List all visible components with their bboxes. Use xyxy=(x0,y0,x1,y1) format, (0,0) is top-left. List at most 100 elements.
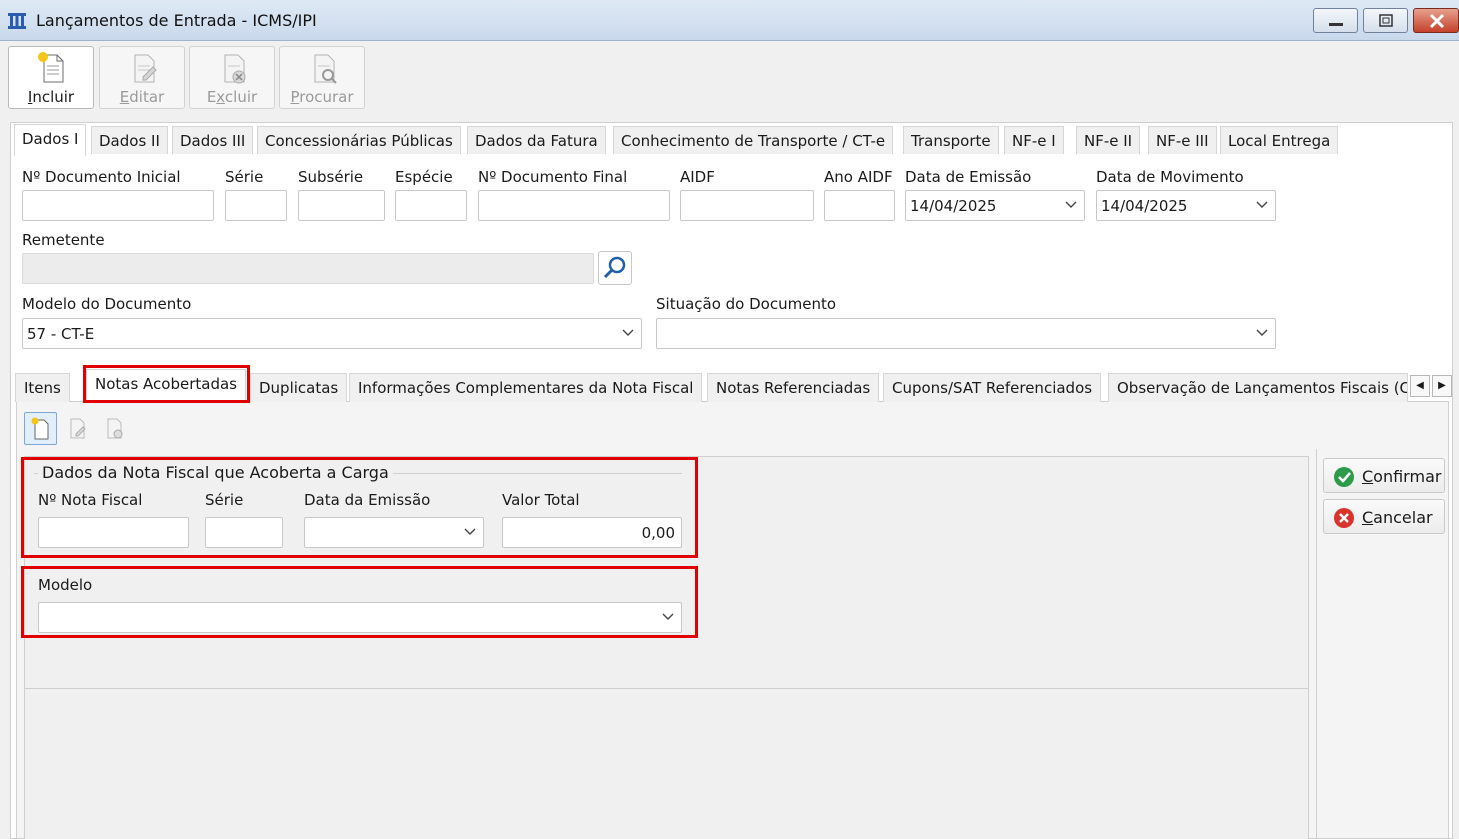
edit-document-icon xyxy=(134,54,157,83)
subtab-cupons-sat[interactable]: Cupons/SAT Referenciados xyxy=(883,373,1102,402)
especie-input[interactable] xyxy=(395,190,467,221)
close-button[interactable] xyxy=(1413,8,1459,33)
tab-nfe-i[interactable]: NF-e I xyxy=(1004,126,1064,154)
aidf-input[interactable] xyxy=(680,190,814,221)
serie-label: Série xyxy=(225,168,264,186)
doc-final-label: Nº Documento Final xyxy=(478,168,628,186)
doc-inicial-input[interactable] xyxy=(22,190,214,221)
valor-total-label: Valor Total xyxy=(502,491,580,509)
modelo-documento-select[interactable]: 57 - CT-E xyxy=(22,318,642,349)
editar-label: ditar xyxy=(129,88,165,106)
confirmar-label: onfirmar xyxy=(1373,467,1442,486)
maximize-button[interactable] xyxy=(1363,8,1408,33)
procurar-button[interactable]: Procurar xyxy=(279,46,365,109)
incluir-button[interactable]: Incluir xyxy=(8,46,94,109)
tab-concessionarias[interactable]: Concessionárias Públicas xyxy=(257,126,461,154)
data-emissao-label: Data de Emissão xyxy=(905,168,1032,186)
nota-serie-label: Série xyxy=(205,491,244,509)
check-icon xyxy=(1334,467,1354,487)
add-nota-button[interactable] xyxy=(24,412,57,445)
subtab-notas-referenciadas[interactable]: Notas Referenciadas xyxy=(707,373,880,402)
data-movimento-select[interactable]: 14/04/2025 xyxy=(1096,190,1276,221)
chevron-down-icon xyxy=(1256,329,1268,336)
nota-serie-input[interactable] xyxy=(205,517,283,548)
excluir-label: cluir xyxy=(224,88,258,106)
subserie-label: Subsérie xyxy=(298,168,364,186)
data-movimento-label: Data de Movimento xyxy=(1096,168,1244,186)
ano-aidf-input[interactable] xyxy=(824,190,895,221)
nota-modelo-select[interactable] xyxy=(38,602,682,633)
edit-document-icon xyxy=(70,418,86,439)
data-movimento-value: 14/04/2025 xyxy=(1101,197,1188,215)
delete-document-icon xyxy=(224,54,246,84)
edit-nota-button[interactable] xyxy=(61,412,94,445)
confirmar-button[interactable]: Confirmar xyxy=(1323,458,1445,493)
cancelar-label: ancelar xyxy=(1373,508,1433,527)
tab-transporte[interactable]: Transporte xyxy=(903,126,999,154)
procurar-label: rocurar xyxy=(299,88,354,106)
minimize-button[interactable] xyxy=(1313,8,1358,33)
editar-button[interactable]: Editar xyxy=(99,46,185,109)
tab-scroll-right-button[interactable]: ▶ xyxy=(1432,375,1452,397)
window-title: Lançamentos de Entrada - ICMS/IPI xyxy=(36,11,317,30)
excluir-pre: E xyxy=(206,88,217,106)
subtab-observacao[interactable]: Observação de Lançamentos Fiscais (C xyxy=(1108,373,1408,402)
modelo-documento-label: Modelo do Documento xyxy=(22,295,192,313)
chevron-down-icon xyxy=(622,329,634,336)
delete-document-icon xyxy=(107,418,123,439)
search-icon xyxy=(603,256,626,279)
notas-acobertadas-highlight xyxy=(83,365,250,403)
new-document-icon xyxy=(31,417,49,440)
nota-modelo-label: Modelo xyxy=(38,576,93,594)
data-emissao-select[interactable]: 14/04/2025 xyxy=(905,190,1085,221)
tab-dados-ii[interactable]: Dados II xyxy=(91,126,168,154)
nota-group-title: Dados da Nota Fiscal que Acoberta a Carg… xyxy=(38,463,393,482)
doc-inicial-label: Nº Documento Inicial xyxy=(22,168,181,186)
excluir-button[interactable]: Excluir xyxy=(189,46,275,109)
situacao-documento-label: Situação do Documento xyxy=(656,295,837,313)
nota-fiscal-label: Nº Nota Fiscal xyxy=(38,491,143,509)
valor-total-input[interactable]: 0,00 xyxy=(502,517,682,548)
tab-dados-fatura[interactable]: Dados da Fatura xyxy=(467,126,606,154)
nota-fiscal-input[interactable] xyxy=(38,517,189,548)
tab-nfe-ii[interactable]: NF-e II xyxy=(1076,126,1141,154)
new-document-icon xyxy=(38,52,64,83)
remetente-label: Remetente xyxy=(22,231,105,249)
data-emissao-value: 14/04/2025 xyxy=(910,197,997,215)
incluir-label: ncluir xyxy=(32,88,75,106)
tab-conhecimento-transporte[interactable]: Conhecimento de Transporte / CT-e xyxy=(613,126,894,154)
cancelar-mnemonic: C xyxy=(1362,508,1374,527)
cancelar-button[interactable]: Cancelar xyxy=(1323,499,1445,534)
aidf-label: AIDF xyxy=(680,168,715,186)
tab-dados-i[interactable]: Dados I xyxy=(14,124,87,156)
especie-label: Espécie xyxy=(395,168,453,186)
editar-mnemonic: E xyxy=(119,88,130,106)
valor-total-value: 0,00 xyxy=(641,524,675,542)
chevron-down-icon xyxy=(1065,201,1077,208)
serie-input[interactable] xyxy=(225,190,287,221)
subserie-input[interactable] xyxy=(298,190,385,221)
subtab-info-complementares[interactable]: Informações Complementares da Nota Fisca… xyxy=(349,373,703,402)
tab-local-entrega[interactable]: Local Entrega xyxy=(1220,126,1339,154)
search-document-icon xyxy=(314,54,337,84)
action-divider xyxy=(1316,449,1317,839)
chevron-down-icon xyxy=(1256,201,1268,208)
situacao-documento-select[interactable] xyxy=(656,318,1276,349)
cancel-icon xyxy=(1334,508,1354,528)
nota-data-emissao-select[interactable] xyxy=(304,517,484,548)
delete-nota-button[interactable] xyxy=(98,412,131,445)
nota-data-emissao-label: Data da Emissão xyxy=(304,491,431,509)
tab-dados-iii[interactable]: Dados III xyxy=(172,126,254,154)
remetente-search-button[interactable] xyxy=(598,251,632,285)
chevron-down-icon xyxy=(662,613,674,620)
modelo-documento-value: 57 - CT-E xyxy=(27,325,95,343)
ano-aidf-label: Ano AIDF xyxy=(824,168,893,186)
procurar-mnemonic: P xyxy=(290,88,300,106)
tab-scroll-left-button[interactable]: ◀ xyxy=(1410,375,1430,397)
subtab-itens[interactable]: Itens xyxy=(15,373,70,402)
excluir-mnemonic: x xyxy=(216,88,225,106)
subtab-duplicatas[interactable]: Duplicatas xyxy=(250,373,348,402)
doc-final-input[interactable] xyxy=(478,190,670,221)
remetente-input[interactable] xyxy=(22,253,594,284)
tab-nfe-iii[interactable]: NF-e III xyxy=(1148,126,1217,154)
